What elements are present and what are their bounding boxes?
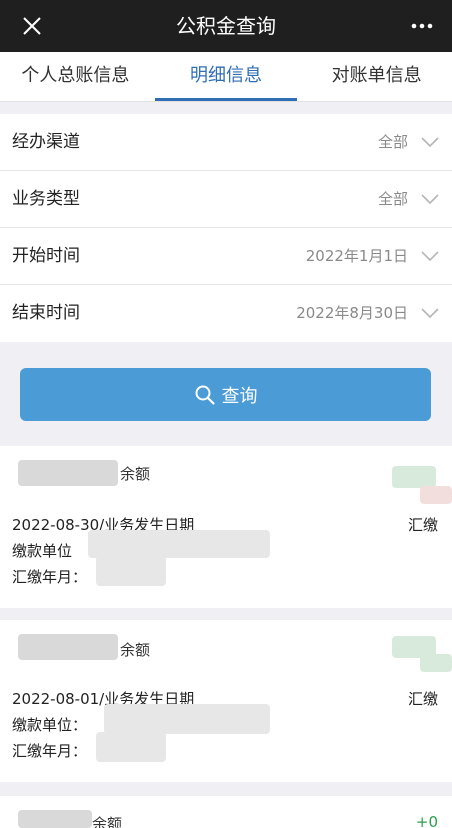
record-card[interactable]: 余额 2022-08-01/业务发生日期 汇缴 缴款单位： 汇缴年月： [0,620,452,782]
unit-label: 缴款单位： [12,716,88,734]
balance-label: 余额 [120,465,151,483]
page-title: 公积金查询 [176,14,276,38]
query-button-label: 查询 [221,385,258,407]
filter-list: 经办渠道 全部 业务类型 全部 开始时间 2022年1月1日 结束时间 2022… [0,114,452,342]
record-amount: +0 [415,813,438,828]
redacted-month [96,556,166,586]
tab-ledger-info[interactable]: 个人总账信息 [0,52,151,101]
filter-value: 全部 [377,190,408,208]
balance-label: 余额 [92,815,123,828]
title-bar: 公积金查询 [0,0,452,52]
redacted-value [420,654,452,672]
tab-bar: 个人总账信息 明细信息 对账单信息 [0,52,452,102]
filter-label: 开始时间 [12,246,80,266]
filter-value: 全部 [377,133,408,151]
record-card[interactable]: 余额 2022-08-30/业务发生日期 汇缴 缴款单位 汇缴年月： [0,446,452,608]
search-icon [195,385,215,405]
tab-statement-info[interactable]: 对账单信息 [301,52,452,101]
redacted-amount [18,810,92,828]
redacted-unit [104,704,270,734]
chevron-down-icon [421,137,439,148]
redacted-amount [18,634,118,660]
redacted-month [96,732,166,762]
chevron-down-icon [421,194,439,205]
filter-business-type[interactable]: 业务类型 全部 [0,171,452,228]
redacted-amount [18,460,118,486]
chevron-down-icon [421,251,439,262]
filter-end-date[interactable]: 结束时间 2022年8月30日 [0,285,452,342]
record-card[interactable]: 余额 +0 [0,796,452,828]
balance-label: 余额 [120,641,151,659]
redacted-value [420,486,452,504]
redacted-unit [88,530,270,558]
record-type: 汇缴 [407,516,438,534]
month-label: 汇缴年月： [12,568,88,586]
query-button[interactable]: 查询 [20,368,431,421]
filter-label: 经办渠道 [12,132,80,152]
redacted-value [392,466,436,488]
filter-value: 2022年8月30日 [296,304,408,322]
month-label: 汇缴年月： [12,742,88,760]
unit-label: 缴款单位 [12,542,73,560]
filter-channel[interactable]: 经办渠道 全部 [0,114,452,171]
record-type: 汇缴 [407,690,438,708]
filter-value: 2022年1月1日 [305,247,408,265]
filter-label: 结束时间 [12,303,80,323]
chevron-down-icon [421,308,439,319]
more-options-icon[interactable] [408,12,436,40]
filter-label: 业务类型 [12,189,80,209]
filter-start-date[interactable]: 开始时间 2022年1月1日 [0,228,452,285]
tab-detail-info[interactable]: 明细信息 [151,52,302,101]
